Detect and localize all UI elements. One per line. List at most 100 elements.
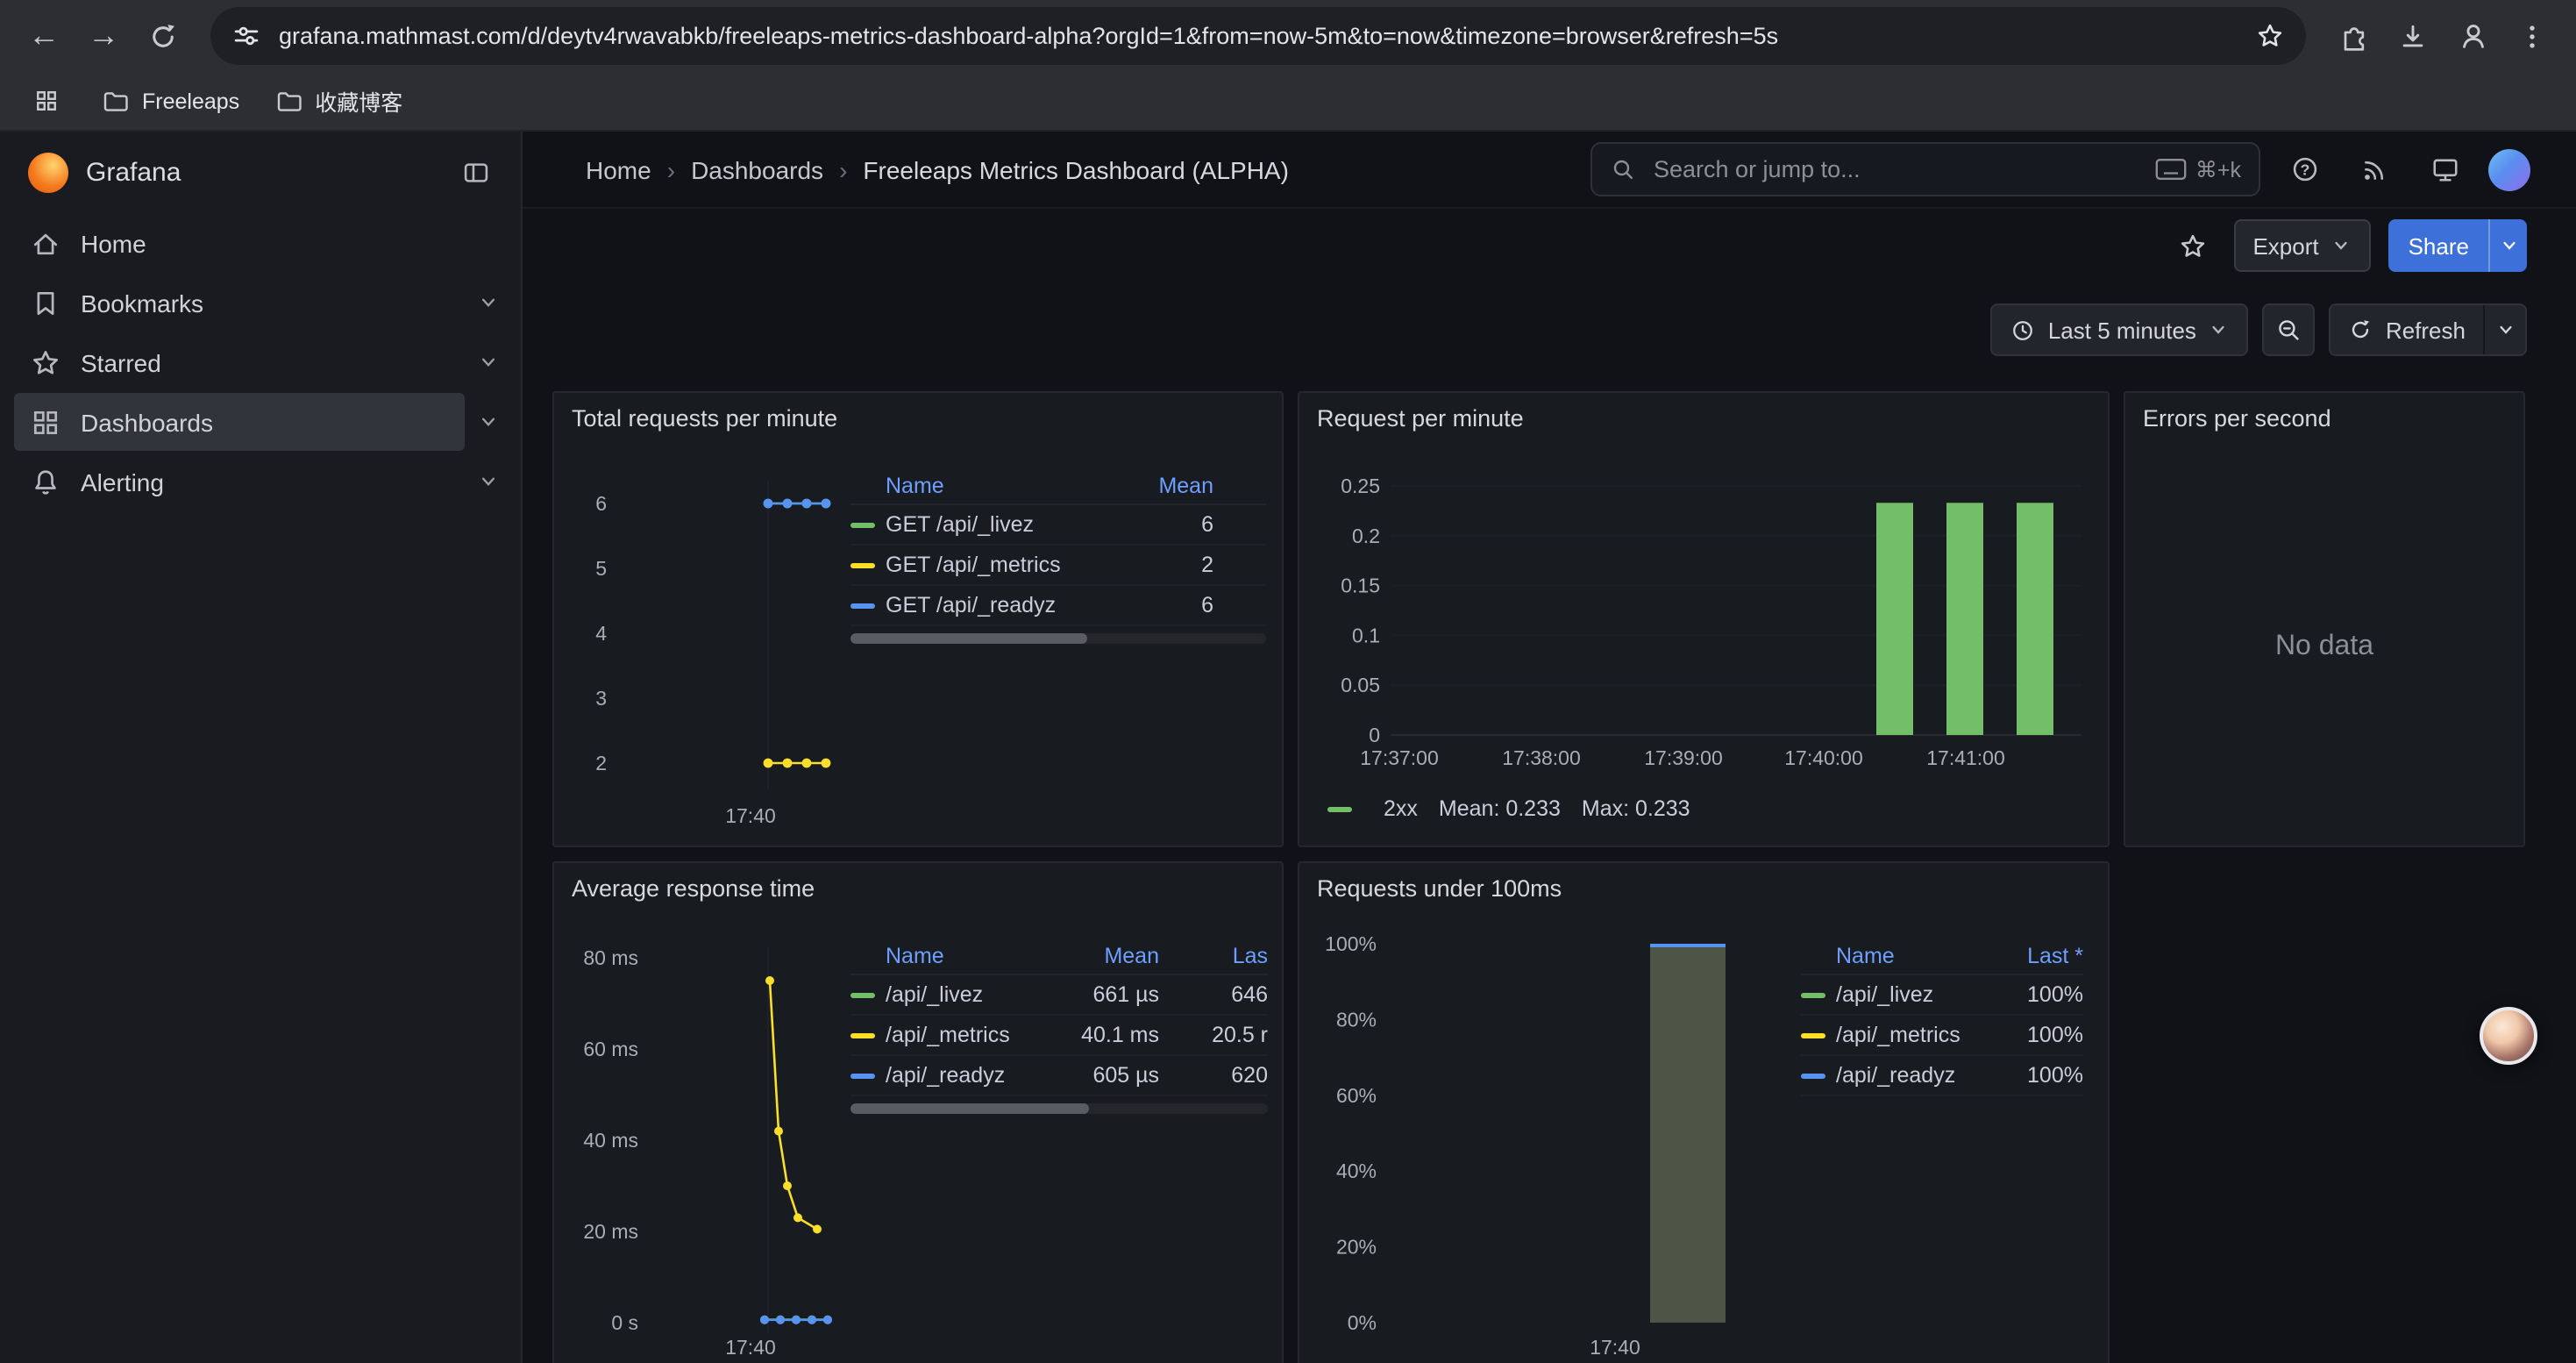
star-icon: [30, 346, 61, 378]
bookmark-label: Freeleaps: [142, 89, 239, 113]
site-settings-icon[interactable]: [231, 21, 261, 51]
chevron-down-icon: [2498, 235, 2519, 256]
legend-column-header[interactable]: Mean: [1063, 943, 1159, 967]
puzzle-icon: [2338, 20, 2369, 52]
series-color-icon: [850, 522, 875, 527]
series-name[interactable]: /api/_readyz: [1836, 1063, 1999, 1088]
bar-chart[interactable]: 0.250.20.150.10.05017:37:0017:38:0017:39…: [1310, 463, 2090, 831]
extensions-button[interactable]: [2327, 10, 2380, 62]
bar-chart[interactable]: 100%80%60%40%20%0%17:40: [1310, 933, 1794, 1363]
series-name[interactable]: /api/_metrics: [1836, 1023, 1999, 1047]
panel-title[interactable]: Requests under 100ms: [1317, 875, 1562, 902]
share-dropdown-button[interactable]: [2488, 219, 2527, 272]
bookmark-item-freeleaps[interactable]: Freeleaps: [102, 87, 239, 115]
sidebar-item-starred: Starred: [14, 333, 510, 391]
svg-text:60%: 60%: [1336, 1084, 1377, 1107]
series-name[interactable]: GET /api/_livez: [886, 512, 1126, 537]
bookmark-star-icon[interactable]: [2255, 21, 2285, 51]
export-button[interactable]: Export: [2233, 219, 2371, 272]
legend-column-header[interactable]: Name: [850, 473, 1126, 497]
news-button[interactable]: [2348, 143, 2401, 196]
legend-column-header[interactable]: Name: [850, 943, 1063, 967]
refresh-button[interactable]: Refresh: [2331, 305, 2483, 354]
breadcrumb-home[interactable]: Home: [586, 155, 651, 183]
legend-scrollbar-thumb[interactable]: [850, 633, 1087, 644]
keyboard-icon: [2155, 158, 2187, 181]
share-button: Share: [2389, 219, 2527, 272]
sidebar-item-alerting-link[interactable]: Alerting: [14, 453, 465, 510]
rss-icon: [2360, 155, 2388, 183]
breadcrumb-dashboards[interactable]: Dashboards: [691, 155, 823, 183]
chevron-down-icon: [2494, 319, 2516, 340]
series-name[interactable]: /api/_readyz: [886, 1063, 1063, 1088]
legend-scrollbar-thumb[interactable]: [850, 1103, 1088, 1114]
person-icon: [2456, 19, 2489, 53]
panel-errors-per-second: Errors per second No data: [2124, 391, 2525, 847]
chevron-down-icon[interactable]: [465, 399, 510, 445]
refresh-interval-dropdown[interactable]: [2483, 305, 2525, 354]
bookmark-item-blog[interactable]: 收藏博客: [274, 84, 402, 118]
series-name[interactable]: /api/_livez: [886, 982, 1063, 1007]
profile-button[interactable]: [2446, 10, 2499, 62]
downloads-button[interactable]: [2387, 10, 2439, 62]
series-name[interactable]: /api/_livez: [1836, 982, 1999, 1007]
series-value: 20.5 r: [1159, 1023, 1268, 1047]
dock-menu-button[interactable]: [451, 147, 500, 196]
help-button[interactable]: ?: [2278, 143, 2330, 196]
url-bar[interactable]: grafana.mathmast.com/d/deytv4rwavabkb/fr…: [210, 7, 2306, 65]
legend-column-header[interactable]: Mean: [1126, 473, 1213, 497]
sidebar-item-bookmarks-link[interactable]: Bookmarks: [14, 274, 465, 332]
zoom-out-button[interactable]: [2263, 303, 2316, 356]
floating-avatar[interactable]: [2480, 1007, 2537, 1065]
display-button[interactable]: [2418, 143, 2471, 196]
timeseries-chart[interactable]: 6543217:40: [565, 463, 854, 840]
sidebar-item-home-link[interactable]: Home: [14, 214, 510, 272]
legend-column-header[interactable]: Last *: [1999, 943, 2083, 967]
breadcrumb: Home › Dashboards › Freeleaps Metrics Da…: [586, 155, 1289, 183]
series-name[interactable]: GET /api/_readyz: [886, 593, 1126, 617]
search-input[interactable]: [1650, 154, 2141, 184]
url-text[interactable]: grafana.mathmast.com/d/deytv4rwavabkb/fr…: [279, 23, 2238, 49]
timeseries-chart[interactable]: 80 ms60 ms40 ms20 ms0 s17:40: [565, 933, 854, 1363]
chevron-down-icon[interactable]: [465, 459, 510, 504]
sidebar-item-dashboards-link[interactable]: Dashboards: [14, 393, 465, 451]
svg-text:2: 2: [595, 752, 607, 774]
series-name[interactable]: /api/_metrics: [886, 1023, 1063, 1047]
legend-header: NameLast *: [1801, 937, 2083, 975]
kebab-menu-icon: [2516, 20, 2548, 52]
legend-column-header[interactable]: Name: [1801, 943, 1999, 967]
favorite-star-button[interactable]: [2170, 231, 2216, 260]
sidebar-item-starred-link[interactable]: Starred: [14, 333, 465, 391]
sidebar-item-label: Alerting: [81, 467, 164, 496]
reload-button[interactable]: [137, 10, 189, 62]
legend-column-header[interactable]: Las: [1159, 943, 1268, 967]
back-button[interactable]: ←: [18, 10, 70, 62]
browser-menu-button[interactable]: [2506, 10, 2558, 62]
panel-title[interactable]: Request per minute: [1317, 405, 1524, 432]
series-value: 40.1 ms: [1063, 1023, 1159, 1047]
series-value: 100%: [1999, 1063, 2083, 1088]
refresh-button-group: Refresh: [2330, 303, 2527, 356]
series-name[interactable]: 2xx: [1384, 796, 1418, 821]
panel-title[interactable]: Total requests per minute: [572, 405, 837, 432]
search-box[interactable]: ⌘+k: [1590, 142, 2260, 196]
grafana-logo-icon[interactable]: [28, 152, 68, 192]
sidebar-brand-row: Grafana: [0, 132, 521, 212]
chevron-down-icon[interactable]: [465, 280, 510, 325]
panel-title[interactable]: Errors per second: [2143, 405, 2331, 432]
share-main-button[interactable]: Share: [2389, 219, 2488, 272]
series-name[interactable]: GET /api/_metrics: [886, 553, 1126, 577]
dashboard-toolbar: Export Share: [2170, 219, 2527, 272]
series-value: 605 µs: [1063, 1063, 1159, 1088]
time-range-picker[interactable]: Last 5 minutes: [1990, 303, 2249, 356]
svg-text:80 ms: 80 ms: [583, 946, 638, 969]
help-icon: ?: [2289, 154, 2319, 184]
svg-text:0%: 0%: [1348, 1311, 1377, 1334]
legend-stat: Mean: 0.233: [1439, 796, 1561, 821]
series-value: 661 µs: [1063, 982, 1159, 1007]
user-avatar[interactable]: [2488, 148, 2530, 190]
apps-grid-button[interactable]: [25, 80, 67, 122]
panel-title[interactable]: Average response time: [572, 875, 815, 902]
forward-button[interactable]: →: [77, 10, 130, 62]
chevron-down-icon[interactable]: [465, 339, 510, 385]
